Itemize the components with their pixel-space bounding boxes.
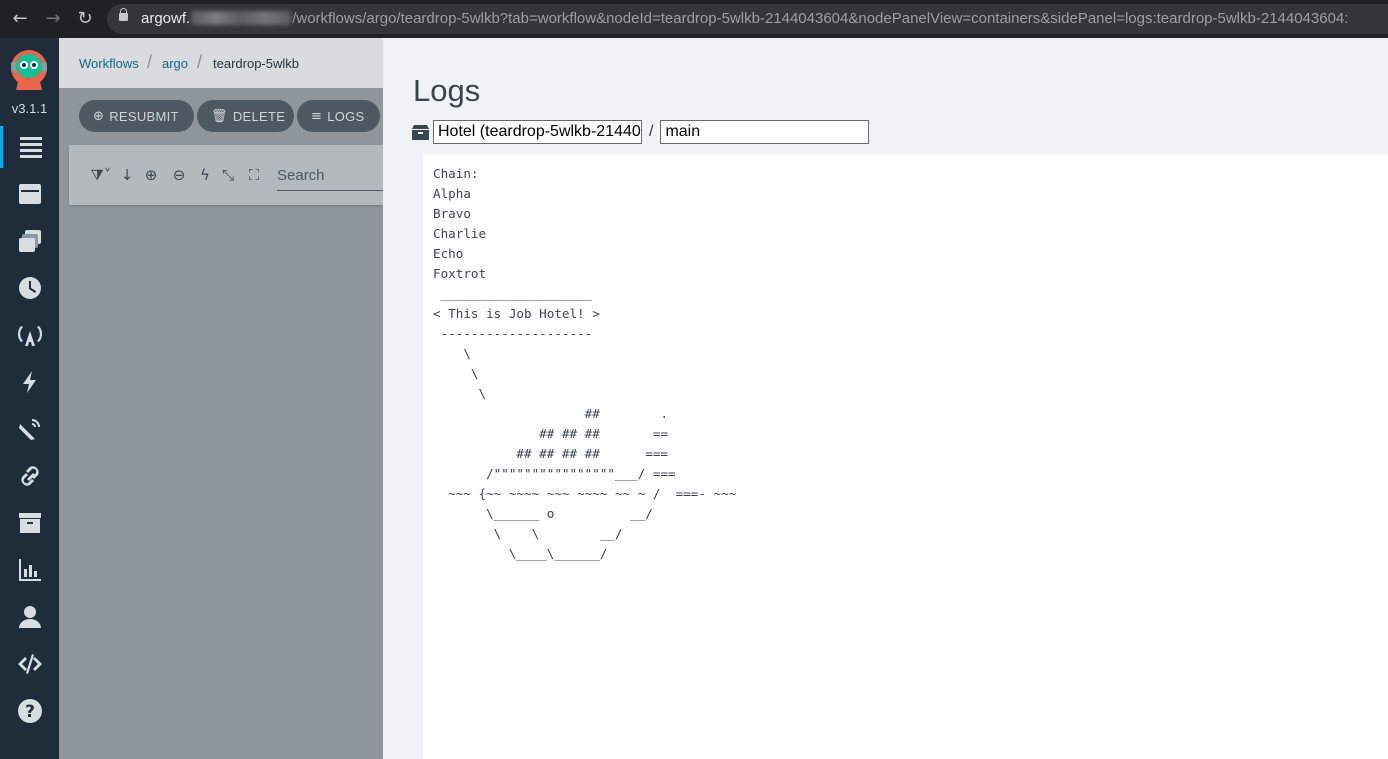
breadcrumb-workflows[interactable]: Workflows xyxy=(79,56,139,71)
resubmit-button[interactable]: ⊕ RESUBMIT xyxy=(79,100,194,132)
filter-icon[interactable]: ⧩˅ xyxy=(87,165,115,185)
workflow-page: Workflows / argo / teardrop-5wlkb ⊕ RESU… xyxy=(59,38,383,759)
log-output: Chain: Alpha Bravo Charlie Echo Foxtrot _____… xyxy=(433,164,736,564)
container-select-input[interactable]: main xyxy=(660,120,870,144)
workflows-icon xyxy=(20,137,42,158)
pod-select-input[interactable]: Hotel (teardrop-5wlkb-2144043604) xyxy=(433,120,642,144)
log-line: < This is Job Hotel! > xyxy=(433,306,600,321)
reload-icon[interactable]: ↻ xyxy=(74,8,96,30)
sensors-icon xyxy=(22,371,36,393)
app-version: v3.1.1 xyxy=(11,101,48,116)
nav-event-flow[interactable] xyxy=(0,408,59,450)
lock-icon xyxy=(119,8,128,21)
log-line: \ \ __/ xyxy=(433,526,623,541)
list-icon: ≡ xyxy=(311,108,323,124)
api-docs-icon xyxy=(17,654,42,674)
workflow-toolbar: ⊕ RESUBMIT 🗑 DELETE ≡ LOGS xyxy=(59,88,383,141)
url-host: argowf. xyxy=(141,10,191,27)
nav-user[interactable] xyxy=(0,596,59,638)
graph-search-input[interactable]: Search xyxy=(277,161,383,191)
direction-icon[interactable]: ↓ xyxy=(117,165,137,185)
user-icon xyxy=(18,606,41,628)
forward-arrow-icon[interactable]: → xyxy=(42,8,64,30)
nav-api-docs[interactable] xyxy=(0,643,59,685)
nav-sensors[interactable] xyxy=(0,361,59,403)
nav-links[interactable] xyxy=(0,455,59,497)
logs-side-panel: Logs Hotel (teardrop-5wlkb-2144043604) /… xyxy=(383,38,1388,759)
log-line: Chain: xyxy=(433,166,479,181)
event-sources-icon xyxy=(17,326,42,346)
breadcrumb-current: teardrop-5wlkb xyxy=(213,56,299,71)
compress-icon[interactable]: ⤡ xyxy=(218,165,238,185)
nav-workflow-templates[interactable] xyxy=(0,173,59,215)
zoom-in-icon[interactable]: ⊕ xyxy=(141,165,161,185)
nav-cron-workflows[interactable] xyxy=(0,267,59,309)
redacted-domain xyxy=(191,11,292,25)
svg-text:?: ? xyxy=(25,702,35,722)
nav-workflows[interactable] xyxy=(0,126,59,168)
zoom-out-icon[interactable]: ⊖ xyxy=(169,165,189,185)
url-text: argowf. /workflows/argo/teardrop-5wlkb?ta… xyxy=(141,10,1348,28)
trash-icon: 🗑 xyxy=(211,108,228,124)
argo-logo-icon xyxy=(11,50,47,90)
url-path: /workflows/argo/teardrop-5wlkb?tab=workf… xyxy=(292,10,1349,27)
plus-circle-icon: ⊕ xyxy=(93,108,105,124)
log-source-selector: Hotel (teardrop-5wlkb-2144043604) / main xyxy=(412,120,870,144)
delete-label: DELETE xyxy=(232,108,286,124)
cron-workflows-icon xyxy=(18,277,41,299)
lightning-icon[interactable]: ϟ xyxy=(195,165,215,185)
event-flow-icon xyxy=(18,419,40,440)
nav-event-sources[interactable] xyxy=(0,314,59,356)
nav-help[interactable]: ? xyxy=(0,690,59,732)
log-line: ____________________ xyxy=(433,286,593,301)
log-line: ## . xyxy=(433,406,669,421)
back-arrow-icon[interactable]: ← xyxy=(9,8,31,30)
log-line: ## ## ## == xyxy=(433,426,669,441)
log-viewer[interactable]: Chain: Alpha Bravo Charlie Echo Foxtrot _____… xyxy=(423,154,1388,759)
nav-reports[interactable] xyxy=(0,549,59,591)
log-line: Echo xyxy=(433,246,464,261)
log-line: \ xyxy=(433,366,479,381)
resubmit-label: RESUBMIT xyxy=(109,108,179,124)
breadcrumb-namespace[interactable]: argo xyxy=(162,56,188,71)
log-line: -------------------- xyxy=(433,326,593,341)
app-sidebar: v3.1.1 ? xyxy=(0,38,59,759)
nav-cluster-workflow-templates[interactable] xyxy=(0,220,59,262)
breadcrumb: Workflows / argo / teardrop-5wlkb xyxy=(59,38,383,88)
log-line: /""""""""""""""""___/ === xyxy=(433,466,676,481)
delete-button[interactable]: 🗑 DELETE xyxy=(197,100,294,132)
log-line: Bravo xyxy=(433,206,471,221)
graph-options-panel: ⧩˅ ↓ ⊕ ⊖ ϟ ⤡ ⛶ Search xyxy=(69,145,383,205)
logs-button[interactable]: ≡ LOGS xyxy=(297,100,380,132)
log-line: \______ o __/ xyxy=(433,506,653,521)
log-line: \____\______/ xyxy=(433,546,608,561)
browser-toolbar: ← → ↻ argowf. /workflows/argo/teardrop-5w… xyxy=(0,0,1388,38)
log-line: \ xyxy=(433,386,487,401)
log-line: Charlie xyxy=(433,226,487,241)
logs-label: LOGS xyxy=(327,108,365,124)
help-icon: ? xyxy=(17,699,42,723)
log-line: Alpha xyxy=(433,186,471,201)
breadcrumb-separator: / xyxy=(147,52,153,72)
workflow-templates-icon xyxy=(18,184,41,204)
breadcrumb-separator: / xyxy=(197,52,203,72)
log-line: Foxtrot xyxy=(433,266,487,281)
nav-archived-workflows[interactable] xyxy=(0,502,59,544)
address-bar[interactable]: argowf. /workflows/argo/teardrop-5wlkb?ta… xyxy=(107,4,1388,34)
expand-icon[interactable]: ⛶ xyxy=(244,165,264,185)
log-line: ## ## ## ## === xyxy=(433,446,669,461)
cluster-workflow-templates-icon xyxy=(18,230,41,252)
archived-workflows-icon xyxy=(18,513,41,533)
box-icon xyxy=(412,124,429,140)
log-line: \ xyxy=(433,346,471,361)
selector-separator: / xyxy=(649,123,654,140)
panel-title: Logs xyxy=(413,73,481,108)
log-line: ~~~ {~~ ~~~~ ~~~ ~~~~ ~~ ~ / ===- ~~~ xyxy=(433,486,737,501)
reports-icon xyxy=(18,559,41,581)
api-docs-link-icon xyxy=(20,466,39,486)
